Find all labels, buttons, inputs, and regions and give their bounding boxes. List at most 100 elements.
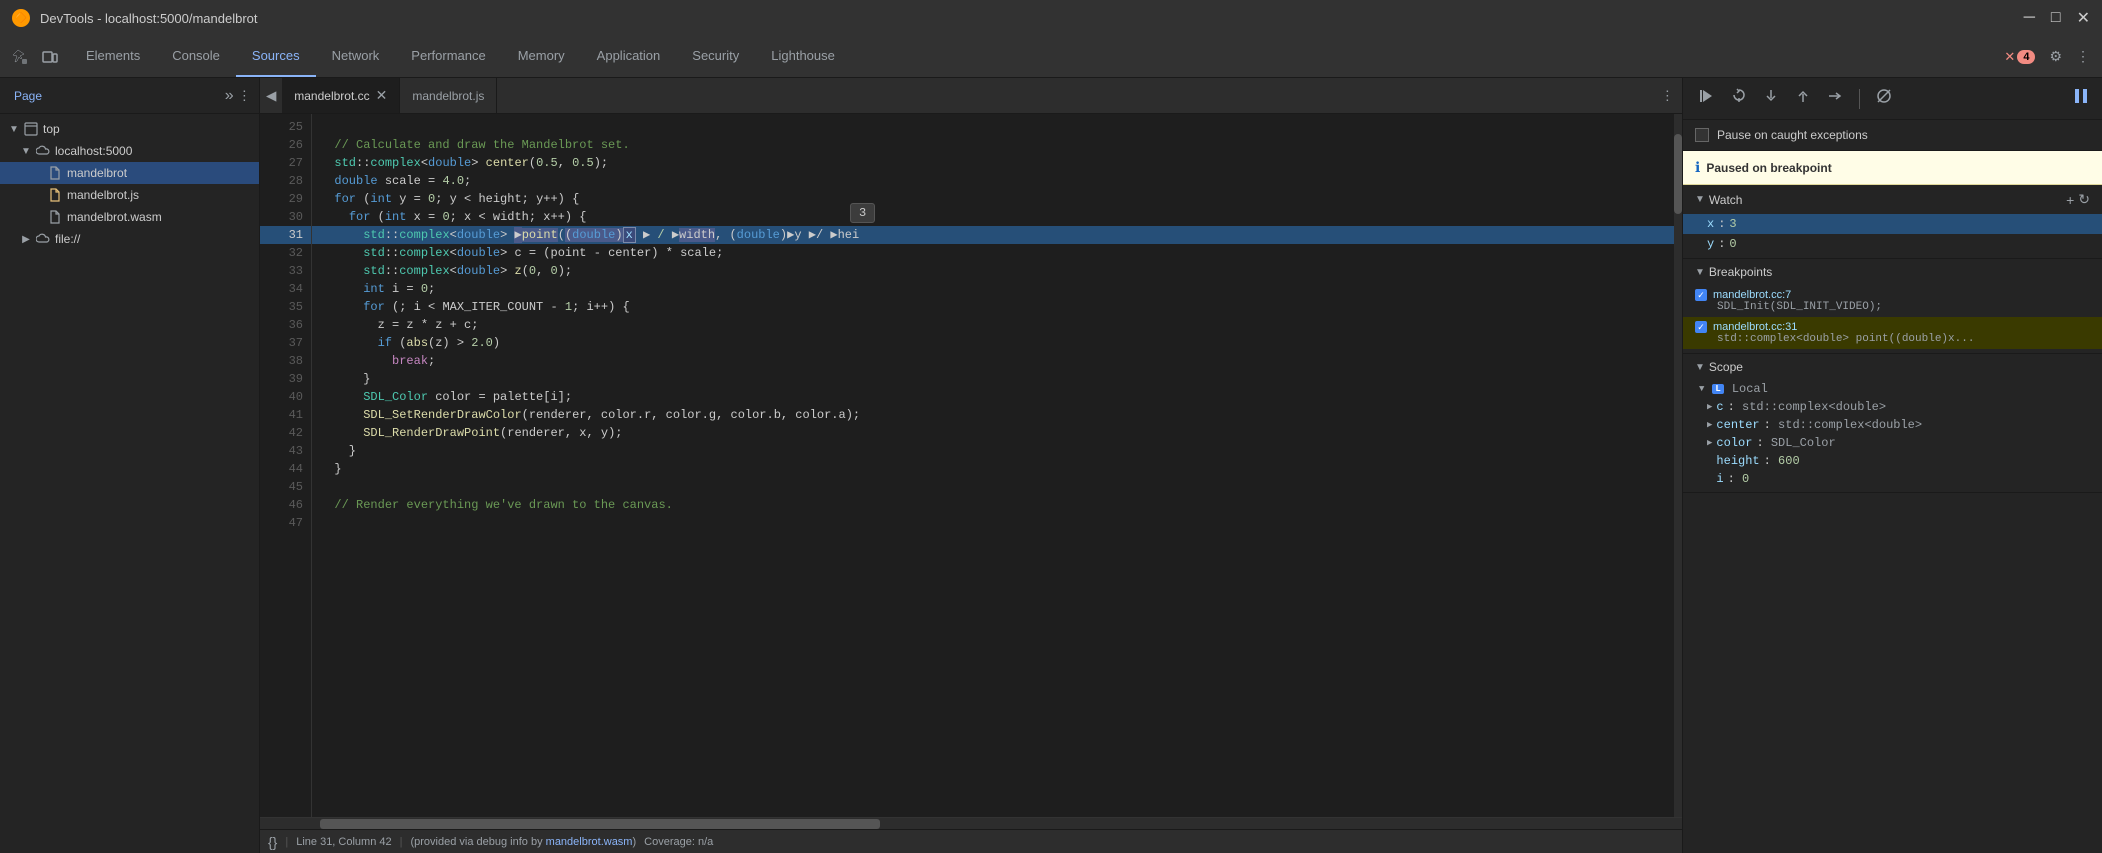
tab-memory[interactable]: Memory [502,36,581,77]
watch-item-y: y : 0 [1683,234,2102,254]
editor-horizontal-scrollbar[interactable] [260,817,1682,829]
bp-file-1: mandelbrot.cc:7 [1713,289,1791,301]
line-num-32: 32 [260,244,311,262]
device-icon[interactable] [38,45,62,69]
watch-add-button[interactable]: + [2066,192,2074,208]
inspect-icon[interactable] [8,45,32,69]
tab-sources[interactable]: Sources [236,36,316,77]
editor-scrollbar-thumb[interactable] [1674,134,1682,214]
h-scrollbar-thumb[interactable] [320,819,880,829]
minimize-button[interactable]: ─ [2024,8,2035,28]
main-toolbar: Elements Console Sources Network Perform… [0,36,2102,78]
editor-tabs: ◀ mandelbrot.cc ✕ mandelbrot.js ⋮ [260,78,1682,114]
line-num-43: 43 [260,442,311,460]
pause-exceptions-label: Pause on caught exceptions [1717,128,1868,142]
more-button[interactable]: ⋮ [2072,44,2094,69]
source-link[interactable]: mandelbrot.wasm [546,836,633,848]
breakpoints-list: ✓ mandelbrot.cc:7 SDL_Init(SDL_INIT_VIDE… [1683,285,2102,353]
step-out-button[interactable] [1791,84,1815,113]
sidebar-tab-page[interactable]: Page [4,85,52,107]
scope-local-header[interactable]: ▼ L Local [1683,380,2102,398]
scope-item-center[interactable]: ▶ center : std::complex<double> [1683,416,2102,434]
scope-val-height: : 600 [1764,454,1800,468]
error-badge[interactable]: ✕ 4 [2000,45,2039,69]
sidebar-item-mandelbrot-js[interactable]: ▶ mandelbrot.js [0,184,259,206]
breakpoint-item-1[interactable]: ✓ mandelbrot.cc:7 SDL_Init(SDL_INIT_VIDE… [1683,285,2102,317]
breakpoint-notice-text: Paused on breakpoint [1706,161,1831,175]
line-num-28: 28 [260,172,311,190]
tree-arrow-localhost: ▼ [20,145,32,157]
maximize-button[interactable]: □ [2051,8,2061,28]
scope-local-arrow: ▼ [1699,384,1704,394]
editor-tab-mandelbrot-js[interactable]: mandelbrot.js [400,78,497,113]
scope-local-badge: L [1712,384,1723,394]
scope-item-color[interactable]: ▶ color : SDL_Color [1683,434,2102,452]
deactivate-breakpoints-button[interactable] [1872,84,1896,113]
code-line-34: int i = 0; [312,280,1682,298]
editor-tab-prev-button[interactable]: ◀ [260,88,282,104]
sidebar-item-label-mandelbrot-js: mandelbrot.js [67,188,139,202]
format-button[interactable]: {} [268,834,277,850]
editor-tab-more-button[interactable]: ⋮ [1653,88,1682,104]
step-over-button[interactable] [1727,84,1751,113]
settings-button[interactable]: ⚙ [2045,44,2066,69]
sidebar-item-label-mandelbrot: mandelbrot [67,166,127,180]
editor-tab-mandelbrot-cc[interactable]: mandelbrot.cc ✕ [282,78,400,113]
code-line-26: // Calculate and draw the Mandelbrot set… [312,136,1682,154]
sidebar-item-mandelbrot[interactable]: ▶ mandelbrot [0,162,259,184]
tab-network[interactable]: Network [316,36,396,77]
close-button[interactable]: ✕ [2077,8,2090,28]
sidebar-menu-button[interactable]: ⋮ [234,84,255,108]
tab-console[interactable]: Console [156,36,236,77]
toolbar-right: ✕ 4 ⚙ ⋮ [1992,36,2102,77]
step-into-button[interactable] [1759,84,1783,113]
step-button[interactable] [1823,84,1847,113]
scope-key-i: i [1716,472,1723,486]
sidebar-item-top[interactable]: ▼ top [0,118,259,140]
code-line-33: std::complex<double> z(0, 0); [312,262,1682,280]
tab-elements[interactable]: Elements [70,36,156,77]
sidebar-item-file[interactable]: ▶ file:// [0,228,259,250]
cloud-icon [35,143,51,159]
tab-security[interactable]: Security [676,36,755,77]
sidebar-more-button[interactable]: » [225,87,234,105]
toolbar-left [0,36,70,77]
editor-tab-close-cc[interactable]: ✕ [376,87,388,104]
line-num-33: 33 [260,262,311,280]
line-num-34: 34 [260,280,311,298]
line-num-38: 38 [260,352,311,370]
editor-vertical-scrollbar[interactable] [1674,114,1682,817]
tab-application[interactable]: Application [581,36,677,77]
watch-key-x: x [1707,217,1714,231]
sidebar-item-label-file: file:// [55,232,80,246]
watch-list: x : 3 y : 0 [1683,214,2102,258]
code-editor[interactable]: // Calculate and draw the Mandelbrot set… [312,114,1682,817]
line-num-46: 46 [260,496,311,514]
window-title: DevTools - localhost:5000/mandelbrot [40,11,2014,26]
sidebar-item-mandelbrot-wasm[interactable]: ▶ mandelbrot.wasm [0,206,259,228]
watch-refresh-button[interactable]: ↻ [2078,191,2090,208]
bp-checkbox-1[interactable]: ✓ [1695,289,1707,301]
watch-expand-icon: ▼ [1695,194,1705,205]
resume-button[interactable] [1695,84,1719,113]
editor-content: 25 26 27 28 29 30 31 32 33 34 35 36 37 3… [260,114,1682,817]
line-num-42: 42 [260,424,311,442]
code-line-45 [312,478,1682,496]
footer-separator-2: | [400,836,403,848]
tab-lighthouse[interactable]: Lighthouse [755,36,851,77]
breakpoint-item-2[interactable]: ✓ mandelbrot.cc:31 std::complex<double> … [1683,317,2102,349]
code-line-25 [312,118,1682,136]
pause-button[interactable] [2072,87,2090,110]
breakpoints-section-header[interactable]: ▼ Breakpoints [1683,259,2102,285]
breakpoints-section: ▼ Breakpoints ✓ mandelbrot.cc:7 SDL_Init… [1683,259,2102,354]
scope-item-c[interactable]: ▶ c : std::complex<double> [1683,398,2102,416]
pause-exceptions-checkbox[interactable] [1695,128,1709,142]
file-js-icon [47,187,63,203]
watch-section-header[interactable]: ▼ Watch + ↻ [1683,185,2102,214]
scope-section-header[interactable]: ▼ Scope [1683,354,2102,380]
bp-checkbox-2[interactable]: ✓ [1695,321,1707,333]
bp-row1-1: ✓ mandelbrot.cc:7 [1695,289,2090,301]
sidebar-item-localhost[interactable]: ▼ localhost:5000 [0,140,259,162]
tab-performance[interactable]: Performance [395,36,501,77]
scope-val-center: : std::complex<double> [1764,418,1922,432]
